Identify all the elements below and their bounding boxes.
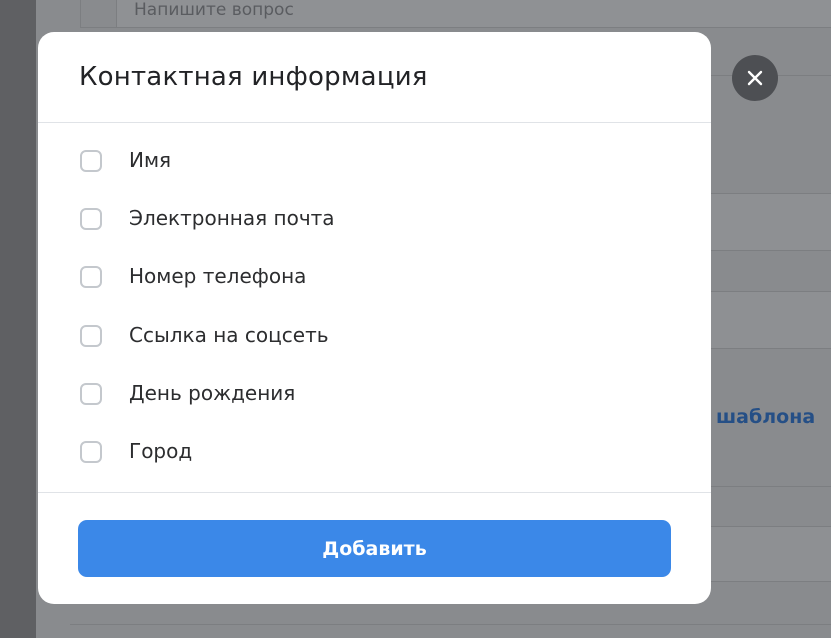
option-email[interactable]: Электронная почта bbox=[78, 201, 678, 241]
add-button[interactable]: Добавить bbox=[78, 520, 671, 577]
modal-header: Контактная информация bbox=[38, 32, 711, 123]
option-phone[interactable]: Номер телефона bbox=[78, 259, 678, 299]
background-question-placeholder: Напишите вопрос bbox=[134, 0, 294, 20]
option-birthday[interactable]: День рождения bbox=[78, 376, 678, 416]
option-name[interactable]: Имя bbox=[78, 143, 678, 183]
option-label: Электронная почта bbox=[129, 206, 335, 230]
left-sidebar-strip bbox=[0, 0, 36, 638]
background-divider bbox=[711, 486, 831, 487]
option-label: День рождения bbox=[129, 381, 296, 405]
background-field bbox=[711, 291, 831, 349]
option-checkbox[interactable] bbox=[80, 441, 102, 463]
option-label: Ссылка на соцсеть bbox=[129, 323, 329, 347]
option-checkbox[interactable] bbox=[80, 266, 102, 288]
background-divider bbox=[70, 624, 831, 625]
option-label: Номер телефона bbox=[129, 264, 307, 288]
background-template-link: шаблона bbox=[716, 406, 816, 428]
background-field bbox=[711, 526, 831, 582]
background-field bbox=[711, 193, 831, 251]
option-social-link[interactable]: Ссылка на соцсеть bbox=[78, 318, 678, 358]
modal-title: Контактная информация bbox=[79, 62, 428, 92]
close-icon bbox=[747, 70, 763, 86]
option-label: Имя bbox=[129, 148, 172, 172]
option-checkbox[interactable] bbox=[80, 325, 102, 347]
contact-info-modal: Контактная информация Имя Электронная по… bbox=[38, 32, 711, 604]
option-label: Город bbox=[129, 439, 193, 463]
option-checkbox[interactable] bbox=[80, 383, 102, 405]
option-city[interactable]: Город bbox=[78, 434, 678, 474]
option-checkbox[interactable] bbox=[80, 150, 102, 172]
close-button[interactable] bbox=[732, 55, 778, 101]
option-checkbox[interactable] bbox=[80, 208, 102, 230]
modal-footer: Добавить bbox=[38, 492, 711, 604]
